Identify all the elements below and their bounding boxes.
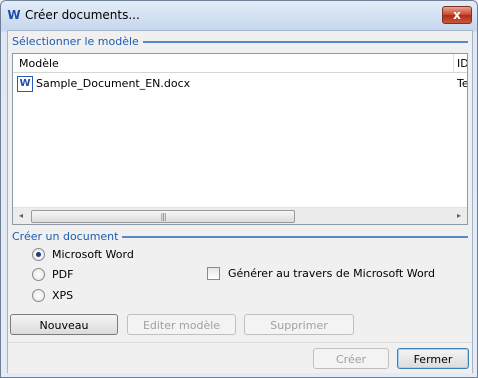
radio-xps[interactable]: XPS	[32, 287, 73, 303]
word-doc-icon: W	[7, 8, 21, 22]
template-section-header: Sélectionner le modèle	[12, 34, 468, 48]
section-divider	[142, 41, 468, 43]
scroll-grip-icon: |||	[160, 212, 166, 221]
radio-unchecked-icon[interactable]	[32, 267, 45, 281]
dialog-window: W Créer documents... x Sélectionner le m…	[0, 0, 478, 378]
word-file-icon: W	[17, 76, 33, 92]
template-id: Tec	[457, 77, 467, 90]
close-icon: x	[453, 8, 461, 22]
generate-via-word-label: Générer au travers de Microsoft Word	[228, 267, 435, 280]
radio-word-label: Microsoft Word	[52, 247, 134, 261]
close-button[interactable]: Fermer	[397, 348, 469, 369]
column-separator[interactable]	[453, 54, 454, 72]
generate-via-word-checkbox[interactable]: Générer au travers de Microsoft Word	[207, 267, 435, 280]
window-title: Créer documents...	[25, 8, 140, 22]
close-window-button[interactable]: x	[442, 6, 472, 24]
section-divider	[122, 236, 468, 238]
scroll-thumb[interactable]: |||	[31, 210, 295, 223]
radio-xps-label: XPS	[52, 288, 74, 302]
edit-template-button[interactable]: Editer modèle	[127, 314, 236, 335]
create-button[interactable]: Créer	[313, 348, 389, 369]
dialog-footer: Créer Fermer	[8, 342, 472, 373]
list-header: Modèle ID	[13, 54, 467, 73]
title-bar[interactable]: W Créer documents... x	[1, 1, 477, 29]
column-header-id[interactable]: ID	[457, 57, 467, 70]
dialog-body: Sélectionner le modèle Modèle ID W Sampl…	[7, 30, 473, 373]
template-list[interactable]: Modèle ID W Sample_Document_EN.docx Tec …	[12, 53, 468, 225]
template-section-title: Sélectionner le modèle	[12, 34, 139, 48]
horizontal-scrollbar[interactable]: ◂ ||| ▸	[13, 207, 467, 224]
template-name: Sample_Document_EN.docx	[36, 77, 191, 90]
radio-pdf[interactable]: PDF	[32, 266, 73, 282]
scroll-left-icon[interactable]: ◂	[13, 208, 29, 224]
create-section-title: Créer un document	[12, 229, 119, 243]
checkbox-icon[interactable]	[207, 267, 220, 280]
list-item[interactable]: W Sample_Document_EN.docx Tec	[17, 76, 467, 92]
scroll-right-icon[interactable]: ▸	[451, 208, 467, 224]
new-template-button[interactable]: Nouveau	[10, 314, 118, 335]
radio-word[interactable]: Microsoft Word	[32, 246, 134, 262]
column-header-model[interactable]: Modèle	[19, 57, 59, 70]
radio-pdf-label: PDF	[52, 267, 74, 281]
create-section-header: Créer un document	[12, 229, 468, 243]
delete-template-button[interactable]: Supprimer	[244, 314, 354, 335]
radio-unchecked-icon[interactable]	[32, 288, 45, 302]
radio-checked-icon[interactable]	[32, 247, 45, 261]
